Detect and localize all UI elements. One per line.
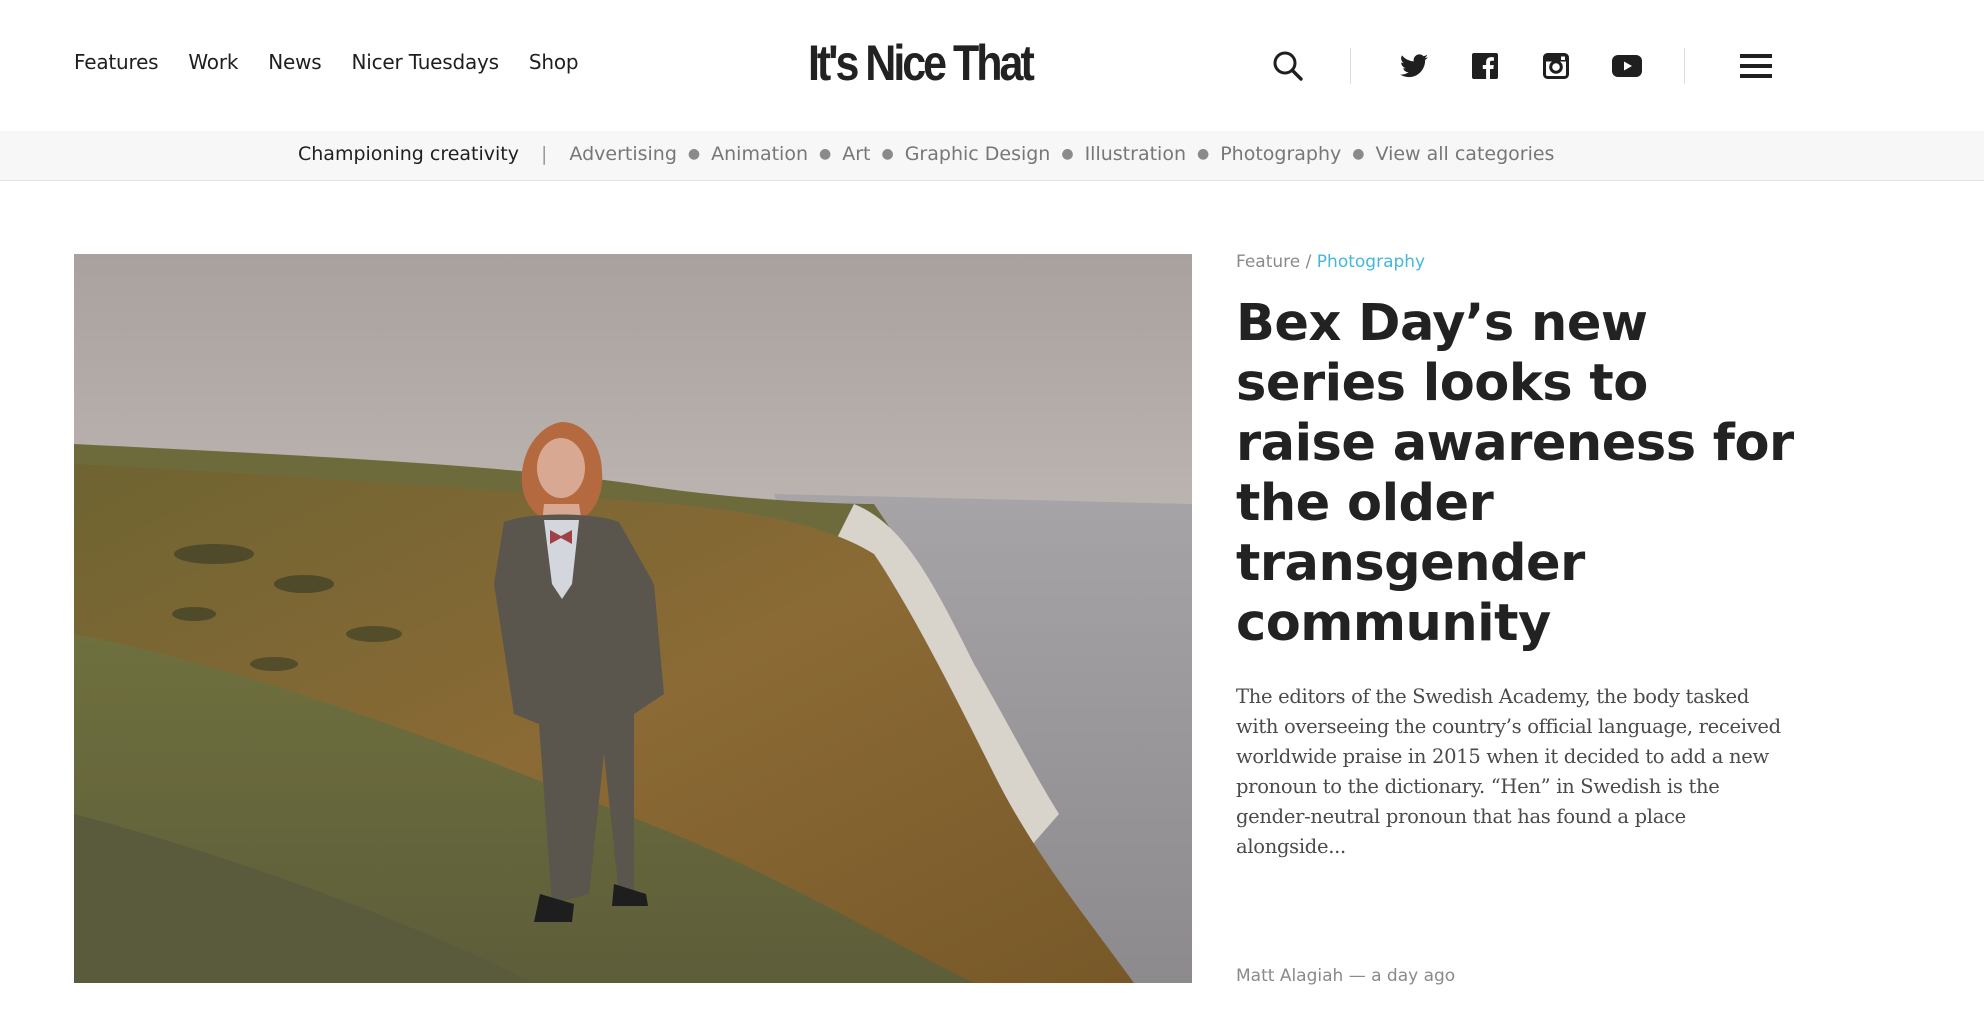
search-icon[interactable]: [1270, 44, 1306, 88]
category-dot: ●: [1061, 146, 1074, 162]
feature-article: Feature / Photography Bex Day’s new seri…: [1236, 252, 1796, 862]
twitter-icon[interactable]: [1396, 44, 1432, 88]
category-dot: ●: [687, 146, 701, 162]
main-nav: Features Work News Nicer Tuesdays Shop: [74, 50, 579, 74]
site-logo[interactable]: It's Nice That: [808, 36, 1035, 90]
category-photography[interactable]: Photography: [1220, 143, 1341, 165]
meta-slash: /: [1305, 252, 1312, 272]
category-dot: ●: [1352, 146, 1365, 162]
category-bar: Championing creativity | Advertising ● A…: [0, 131, 1984, 181]
publish-time: a day ago: [1371, 966, 1456, 986]
author-name[interactable]: Matt Alagiah: [1236, 966, 1343, 986]
article-byline: Matt Alagiah — a day ago: [1236, 966, 1455, 986]
category-dot: ●: [819, 146, 832, 162]
feature-image[interactable]: [74, 254, 1192, 983]
category-animation[interactable]: Animation: [711, 143, 808, 165]
category-dot: ●: [1196, 146, 1210, 162]
site-header: Features Work News Nicer Tuesdays Shop I…: [0, 0, 1984, 131]
category-view-all[interactable]: View all categories: [1375, 143, 1554, 165]
facebook-icon[interactable]: [1467, 44, 1503, 88]
tagline-separator: |: [541, 143, 548, 165]
menu-icon[interactable]: [1738, 44, 1774, 88]
category-dot: ●: [881, 146, 894, 162]
header-divider: [1350, 48, 1351, 84]
category-graphic-design[interactable]: Graphic Design: [905, 143, 1051, 165]
youtube-icon[interactable]: [1609, 44, 1645, 88]
article-type[interactable]: Feature: [1236, 252, 1300, 272]
nav-shop[interactable]: Shop: [529, 50, 579, 74]
article-topic[interactable]: Photography: [1317, 252, 1425, 272]
nav-features[interactable]: Features: [74, 50, 159, 74]
nav-news[interactable]: News: [268, 50, 321, 74]
instagram-icon[interactable]: [1538, 44, 1574, 88]
category-art[interactable]: Art: [842, 143, 870, 165]
category-illustration[interactable]: Illustration: [1085, 143, 1186, 165]
byline-dash: —: [1348, 966, 1366, 986]
nav-work[interactable]: Work: [188, 50, 238, 74]
category-advertising[interactable]: Advertising: [569, 143, 676, 165]
header-divider: [1684, 48, 1685, 84]
article-headline[interactable]: Bex Day’s new series looks to raise awar…: [1236, 294, 1796, 654]
article-standfirst: The editors of the Swedish Academy, the …: [1236, 685, 1781, 858]
nav-nicer-tuesdays[interactable]: Nicer Tuesdays: [352, 50, 500, 74]
tagline: Championing creativity: [298, 143, 520, 165]
article-meta: Feature / Photography: [1236, 252, 1796, 272]
